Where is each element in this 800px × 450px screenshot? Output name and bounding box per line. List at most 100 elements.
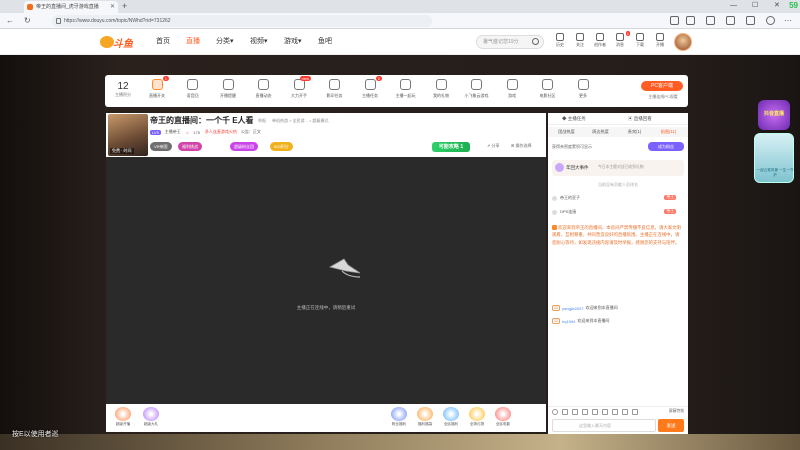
profile-icon[interactable] [766, 16, 775, 25]
trophy-icon[interactable] [632, 409, 638, 415]
nav-home[interactable]: 首页 [156, 29, 170, 55]
new-tab-icon[interactable]: + [122, 0, 127, 12]
read-aloud-icon[interactable] [670, 16, 679, 25]
share-link[interactable]: ⇗ 分享 [487, 143, 499, 149]
nav-category[interactable]: 分类▾ [216, 29, 234, 55]
toolstrip-item[interactable]: 主播一起玩 [390, 79, 422, 99]
become-fan-button[interactable]: 成为粉丝 [648, 142, 684, 151]
strategy-button[interactable]: 可能攻略 1 [432, 142, 470, 152]
search-icon[interactable] [532, 38, 539, 45]
gift-item[interactable]: 超级开播 [110, 407, 136, 427]
header-tool[interactable]: 下载 [630, 33, 650, 48]
toolstrip-item[interactable]: 游戏 [496, 79, 528, 99]
tag-pill[interactable]: 600积分 [270, 142, 293, 151]
header-tool[interactable]: 历史 [550, 33, 570, 48]
desktop-taskbar: 按E以使用者巡 [0, 431, 800, 450]
tab-anchor-task[interactable]: ◆ 主播任务 [562, 113, 586, 125]
toolstrip-item[interactable]: 主播任务 2 [354, 76, 386, 99]
header-tool[interactable]: 开播 [650, 33, 670, 48]
fan-badge-icon[interactable] [562, 409, 568, 415]
gift-item[interactable]: 全民福利 [438, 407, 464, 427]
douyu-logo[interactable]: 斗鱼 [100, 35, 134, 50]
event-card[interactable]: 年回大事件 今日本主题对战已收到礼物 [552, 160, 684, 176]
favorites-star-icon[interactable] [686, 16, 695, 25]
user-avatar[interactable] [674, 33, 692, 51]
toolstrip-item[interactable]: 大力开手 new [283, 76, 315, 99]
toolstrip-item[interactable]: 小飞象云游戏 [461, 79, 493, 99]
toolstrip-item[interactable]: 直播动态 [248, 79, 280, 99]
search-input[interactable]: 暑气盛记您19分 [476, 35, 544, 49]
tab-nearby-heat[interactable]: 周边热度 [584, 127, 617, 137]
toolstrip-item[interactable]: 影印任务 [319, 79, 351, 99]
anchor-points[interactable]: 12 主播积分 [111, 81, 135, 98]
gift-icon[interactable] [572, 409, 578, 415]
gift-item[interactable]: 全场礼物 [464, 407, 490, 427]
rank-row[interactable]: DPS连接 帝王 [552, 207, 684, 217]
pin-icon[interactable] [612, 409, 618, 415]
emoji-icon[interactable] [552, 409, 558, 415]
nav-fishbar[interactable]: 鱼吧 [318, 29, 332, 55]
level-badge: LV9 [150, 129, 161, 135]
url-field[interactable]: https://www.douyu.com/topic/NWhd?rid=731… [52, 15, 432, 27]
anchor-name[interactable]: 主播帝王 [165, 129, 181, 135]
tag-pill[interactable]: 超级粉丝团 [230, 142, 258, 151]
video-player[interactable]: 主播正在连线中，请稍后重试 [106, 157, 546, 404]
back-icon[interactable]: ← [6, 15, 14, 27]
more-menu-icon[interactable]: ⋯ [784, 15, 792, 27]
options-link[interactable]: ⊞ 操作选择 [511, 143, 531, 149]
tab-stickers[interactable]: 贴图(11) [652, 127, 685, 137]
extensions-icon[interactable] [746, 16, 755, 25]
tab-replay[interactable]: ▣ 直播回看 [628, 113, 652, 125]
minimize-icon[interactable]: — [730, 0, 737, 12]
block-effects-toggle[interactable]: 屏蔽特效 [669, 409, 684, 414]
header-tool[interactable]: 创作者 [590, 33, 610, 48]
site-header: 斗鱼 首页 直播 分类▾ 视频▾ 游戏▾ 鱼吧 暑气盛记您19分 历史 关注 创作者… [0, 29, 800, 55]
chat-input[interactable]: 这里输入聊天内容 [552, 419, 656, 432]
gift-icon [443, 407, 459, 421]
gift-item[interactable]: 超级大礼 [138, 407, 164, 427]
tag-pill[interactable]: VR帝国 [150, 142, 172, 151]
maximize-icon[interactable]: ☐ [752, 0, 758, 12]
history-icon [556, 33, 564, 41]
refresh-icon[interactable]: ↻ [24, 15, 31, 27]
pc-client-subtext: 主播连线PC观看 [648, 94, 678, 99]
tag-pill[interactable]: 福利挑战 [178, 142, 202, 151]
tab-team-heat[interactable]: 团战热度 [550, 127, 583, 137]
gift-icon [391, 407, 407, 421]
nav-video[interactable]: 视频▾ [250, 29, 268, 55]
pc-client-button[interactable]: PC客户端 [641, 81, 683, 91]
toolstrip-item[interactable]: 我的礼物 [425, 79, 457, 99]
floating-promo[interactable]: 抖音直播 [758, 100, 790, 130]
bar-chart-icon[interactable] [622, 409, 628, 415]
collections-icon[interactable] [726, 16, 735, 25]
split-screen-icon[interactable] [706, 16, 715, 25]
header-tool[interactable]: 关注 [570, 33, 590, 48]
browser-tab[interactable]: 帝王的直播间_虎牙游戏直播 ✕ [24, 1, 118, 13]
image-icon[interactable] [592, 409, 598, 415]
gift-item[interactable]: 福利福袋 [412, 407, 438, 427]
gift-item[interactable]: 粉丝福利 [386, 407, 412, 427]
report-link[interactable]: 举报 [258, 118, 266, 124]
nav-games[interactable]: 游戏▾ [284, 29, 302, 55]
rank-row[interactable]: 帝王的亚子 帝王 [552, 193, 684, 203]
fan-hint: 获得亲密度累积可显示 [552, 144, 592, 149]
toolstrip-item[interactable]: 电影社区 [532, 79, 564, 99]
calendar-icon[interactable] [602, 409, 608, 415]
header-tool[interactable]: 消息 1 [610, 31, 630, 48]
room-category-breadcrumb[interactable]: 单机热游 > 全民游... > 超级模式 [272, 118, 328, 124]
toolstrip-item[interactable]: 开播提醒 [212, 79, 244, 99]
upload-icon [596, 33, 604, 41]
toolstrip-item[interactable]: 更多 [567, 79, 599, 99]
send-button[interactable]: 发送 [658, 419, 684, 432]
gift-item[interactable]: 全民电影 [490, 407, 516, 427]
window-close-icon[interactable]: ✕ [774, 0, 780, 12]
toolstrip-item[interactable]: 语音回 [177, 79, 209, 99]
toggle-icon [151, 79, 163, 90]
anchor-avatar[interactable]: 免费 · 时间 [108, 114, 148, 156]
nav-live[interactable]: 直播 [186, 29, 200, 55]
tab-vip[interactable]: 贵宾(1) [618, 127, 651, 137]
floating-event-banner[interactable]: 一起云赏风景 一生一守护 [754, 133, 794, 183]
close-tab-icon[interactable]: ✕ [110, 1, 115, 13]
bag-icon[interactable] [582, 409, 588, 415]
toolstrip-item[interactable]: 直播开关 1 [141, 76, 173, 99]
